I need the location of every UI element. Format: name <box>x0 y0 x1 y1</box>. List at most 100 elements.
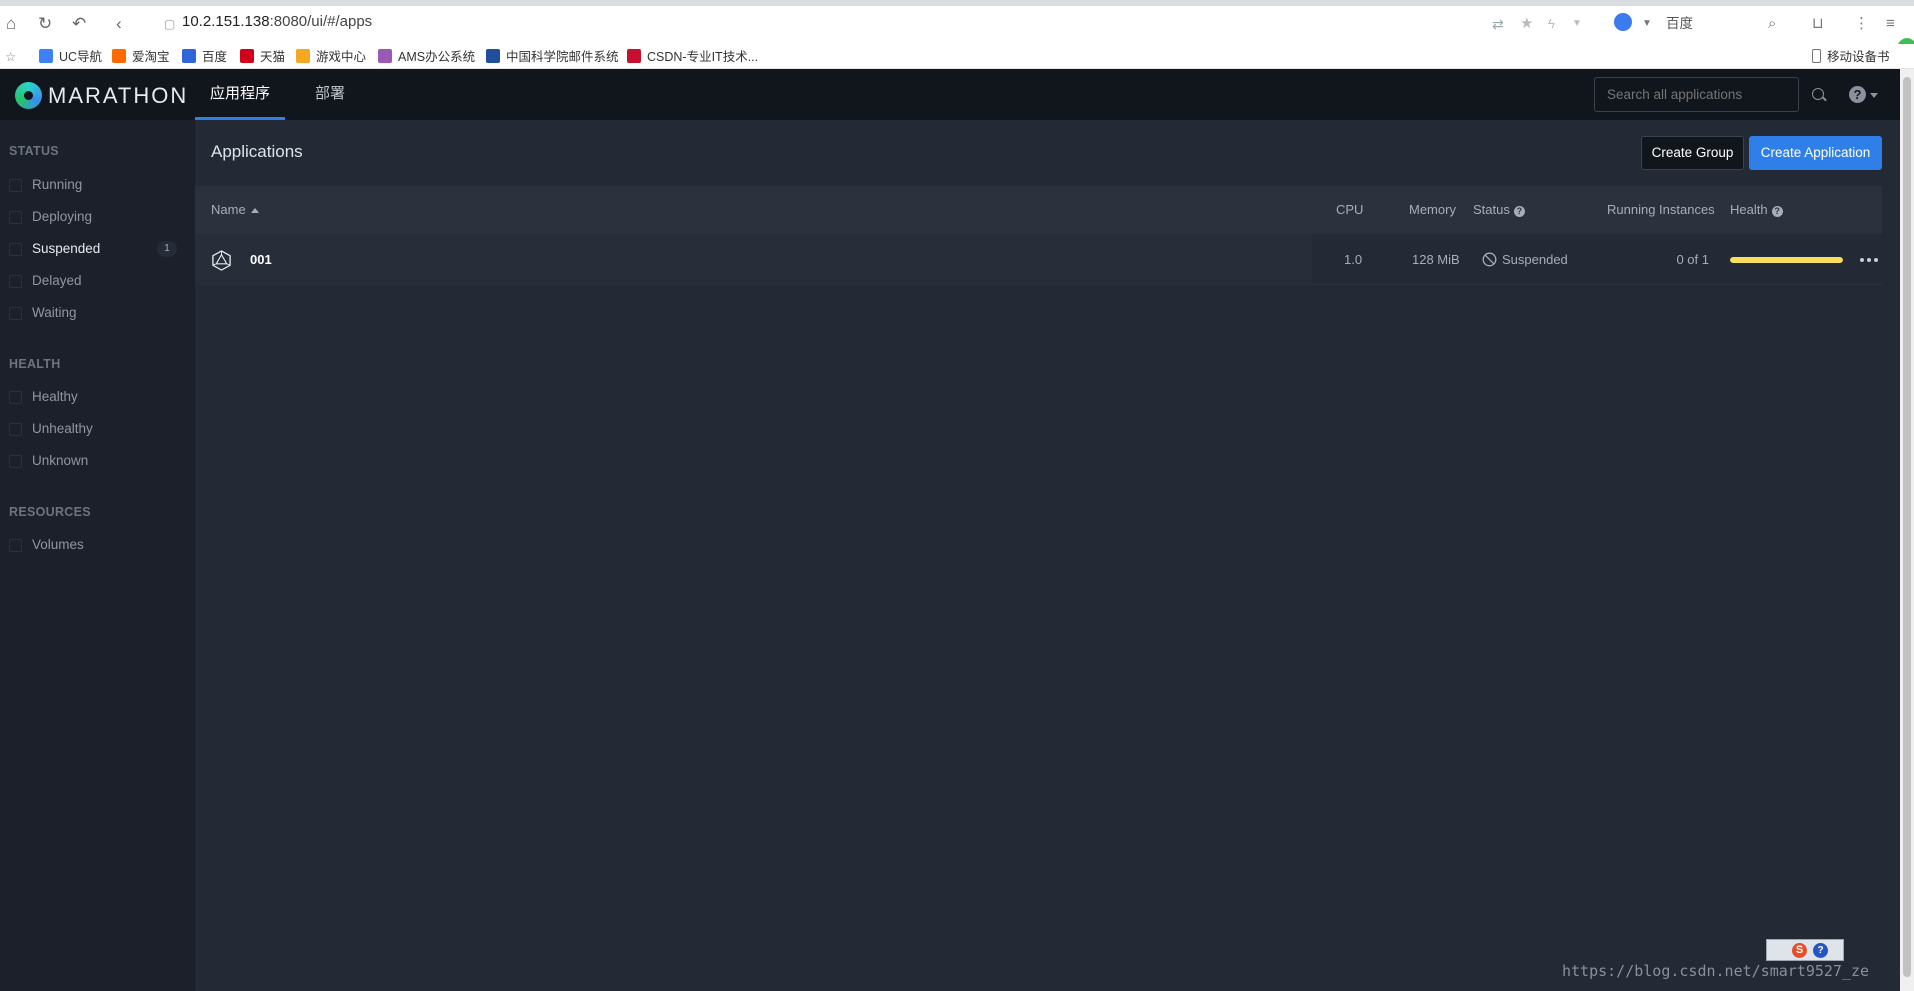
page-title: Applications <box>211 142 303 161</box>
table-header: Name CPU Memory Status? Running Instance… <box>195 186 1882 234</box>
search-icon[interactable] <box>1812 88 1824 100</box>
create-application-button[interactable]: Create Application <box>1749 136 1882 170</box>
cart-icon[interactable]: ⊔ <box>1812 14 1824 34</box>
checkbox[interactable] <box>9 455 22 468</box>
checkbox[interactable] <box>9 211 22 224</box>
filter-running[interactable]: Running <box>9 175 179 195</box>
engine-chevron-icon[interactable]: ▼ <box>1642 14 1652 34</box>
health-bar <box>1730 257 1843 263</box>
bookmark-item[interactable]: CSDN-专业IT技术... <box>627 48 758 66</box>
baidu-icon <box>182 49 196 63</box>
tab-deployments[interactable]: 部署 <box>300 69 360 120</box>
ime-toolbar[interactable]: S ? <box>1766 939 1844 961</box>
chevron-down-icon[interactable]: ▼ <box>1572 14 1582 34</box>
column-memory[interactable]: Memory <box>1409 186 1456 234</box>
tmall-icon <box>240 49 254 63</box>
checkbox[interactable] <box>9 539 22 552</box>
status-section-title: STATUS <box>9 144 59 158</box>
health-bar-fill <box>1730 257 1843 263</box>
mobile-icon <box>1812 49 1821 63</box>
app-name-link[interactable]: 001 <box>250 234 272 285</box>
url-host: 10.2.151.138 <box>182 13 270 30</box>
mail-icon <box>486 49 500 63</box>
bookmark-item[interactable]: 爱淘宝 <box>112 48 170 66</box>
search-engine-label[interactable]: 百度 <box>1666 14 1693 34</box>
suspended-icon <box>1482 252 1497 267</box>
sidebar: STATUS Running Deploying Suspended 1 Dela… <box>0 120 195 991</box>
browser-search-icon[interactable]: ⌕ <box>1768 14 1776 34</box>
home-icon[interactable]: ⌂ <box>6 14 16 34</box>
main-content: Applications Create Group Create Applica… <box>195 120 1914 991</box>
resources-section-title: RESOURCES <box>9 505 91 519</box>
bookmark-item[interactable]: AMS办公系统 <box>378 48 475 66</box>
game-icon <box>296 49 310 63</box>
filter-healthy[interactable]: Healthy <box>9 387 179 407</box>
checkbox[interactable] <box>9 391 22 404</box>
column-status[interactable]: Status? <box>1473 186 1525 234</box>
table-row[interactable]: 001 1.0 128 MiB Suspended 0 of 1 <box>195 234 1882 285</box>
create-group-button[interactable]: Create Group <box>1641 136 1744 170</box>
sogou-icon[interactable]: S <box>1792 943 1807 958</box>
more-vertical-icon[interactable]: ⋮ <box>1854 14 1869 34</box>
filter-suspended[interactable]: Suspended 1 <box>9 239 179 259</box>
ime-help-icon[interactable]: ? <box>1813 943 1828 958</box>
bookmark-item[interactable]: 百度 <box>182 48 227 66</box>
url-path: :8080/ui/#/apps <box>269 13 373 30</box>
search-input[interactable] <box>1594 77 1799 112</box>
top-navigation: MARATHON 应用程序 部署 ? <box>0 69 1914 120</box>
address-bar[interactable]: 10.2.151.138:8080/ui/#/apps <box>182 12 372 32</box>
taobao-icon <box>112 49 126 63</box>
filter-unknown[interactable]: Unknown <box>9 451 179 471</box>
page-scrollbar[interactable] <box>1900 69 1914 991</box>
checkbox[interactable] <box>9 275 22 288</box>
health-section-title: HEALTH <box>9 357 61 371</box>
column-cpu[interactable]: CPU <box>1336 186 1363 234</box>
bookmark-star-icon[interactable]: ☆ <box>5 48 16 66</box>
back-icon[interactable]: ‹ <box>116 14 122 34</box>
filter-volumes[interactable]: Volumes <box>9 535 179 555</box>
checkbox[interactable] <box>9 307 22 320</box>
translate-icon[interactable]: ⇄ <box>1492 14 1504 34</box>
menu-icon[interactable]: ≡ <box>1886 14 1895 34</box>
checkbox[interactable] <box>9 243 22 256</box>
column-health[interactable]: Health? <box>1730 186 1783 234</box>
mobile-bookmarks[interactable]: 移动设备书 <box>1812 48 1890 66</box>
more-actions-icon[interactable] <box>1860 258 1878 262</box>
filter-waiting[interactable]: Waiting <box>9 303 179 323</box>
bookmark-item[interactable]: 游戏中心 <box>296 48 366 66</box>
browser-toolbar: ⌂ ↻ ↶ ‹ ▢ 10.2.151.138:8080/ui/#/apps ⇄ … <box>0 0 1914 44</box>
checkbox[interactable] <box>9 423 22 436</box>
marathon-logo-icon <box>15 82 42 109</box>
filter-deploying[interactable]: Deploying <box>9 207 179 227</box>
health-help-icon[interactable]: ? <box>1771 206 1783 217</box>
status-help-icon[interactable]: ? <box>1513 206 1525 217</box>
reload-icon[interactable]: ↻ <box>38 14 52 34</box>
column-running-instances[interactable]: Running Instances <box>1607 186 1715 234</box>
help-chevron-down-icon[interactable] <box>1870 93 1878 98</box>
page-icon: ▢ <box>164 17 176 31</box>
app-status: Suspended <box>1482 234 1568 285</box>
tab-applications[interactable]: 应用程序 <box>195 69 285 120</box>
count-badge: 1 <box>157 241 177 257</box>
baidu-paw-icon <box>1614 13 1632 31</box>
app-running-instances: 0 of 1 <box>1676 252 1709 267</box>
column-name[interactable]: Name <box>211 186 259 234</box>
scrollbar-thumb[interactable] <box>1903 77 1911 977</box>
star-icon[interactable]: ★ <box>1520 14 1533 34</box>
help-icon[interactable]: ? <box>1849 86 1866 103</box>
csdn-icon <box>627 49 641 63</box>
watermark: https://blog.csdn.net/smart9527_ze <box>1562 962 1870 980</box>
lightning-icon[interactable]: ϟ <box>1548 14 1555 34</box>
app-cpu: 1.0 <box>1344 252 1363 267</box>
sort-asc-icon <box>250 208 259 213</box>
checkbox[interactable] <box>9 179 22 192</box>
ams-icon <box>378 49 392 63</box>
app-memory: 128 MiB <box>1412 252 1460 267</box>
bookmark-item[interactable]: 中国科学院邮件系统 <box>486 48 619 66</box>
row-name-cell <box>195 234 1312 285</box>
undo-icon[interactable]: ↶ <box>72 14 86 34</box>
filter-unhealthy[interactable]: Unhealthy <box>9 419 179 439</box>
bookmark-item[interactable]: UC导航 <box>39 48 102 66</box>
bookmark-item[interactable]: 天猫 <box>240 48 285 66</box>
filter-delayed[interactable]: Delayed <box>9 271 179 291</box>
